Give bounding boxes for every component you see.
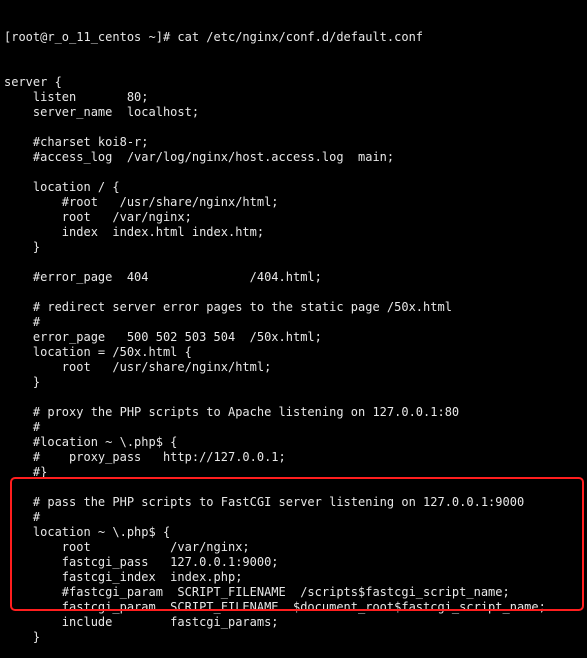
config-line: # proxy the PHP scripts to Apache listen… bbox=[4, 405, 583, 420]
terminal-output: [root@r_o_11_centos ~]# cat /etc/nginx/c… bbox=[0, 0, 587, 658]
shell-prompt-line: [root@r_o_11_centos ~]# cat /etc/nginx/c… bbox=[4, 30, 583, 45]
config-line: fastcgi_pass 127.0.0.1:9000; bbox=[4, 555, 583, 570]
config-line: } bbox=[4, 630, 583, 645]
config-line: index index.html index.htm; bbox=[4, 225, 583, 240]
config-line: root /var/nginx; bbox=[4, 210, 583, 225]
config-line: #root /usr/share/nginx/html; bbox=[4, 195, 583, 210]
config-line bbox=[4, 645, 583, 658]
config-line: # bbox=[4, 420, 583, 435]
config-line bbox=[4, 390, 583, 405]
config-line bbox=[4, 255, 583, 270]
config-line: #} bbox=[4, 465, 583, 480]
config-line: server { bbox=[4, 75, 583, 90]
config-line: # bbox=[4, 315, 583, 330]
config-line: } bbox=[4, 375, 583, 390]
config-line: #error_page 404 /404.html; bbox=[4, 270, 583, 285]
config-line: fastcgi_param SCRIPT_FILENAME $document_… bbox=[4, 600, 583, 615]
config-line bbox=[4, 165, 583, 180]
config-file-body: server { listen 80; server_name localhos… bbox=[4, 75, 583, 658]
config-line: # proxy_pass http://127.0.0.1; bbox=[4, 450, 583, 465]
config-line: fastcgi_index index.php; bbox=[4, 570, 583, 585]
config-line bbox=[4, 285, 583, 300]
config-line: root /usr/share/nginx/html; bbox=[4, 360, 583, 375]
config-line: error_page 500 502 503 504 /50x.html; bbox=[4, 330, 583, 345]
config-line: # bbox=[4, 510, 583, 525]
config-line: root /var/nginx; bbox=[4, 540, 583, 555]
config-line: #charset koi8-r; bbox=[4, 135, 583, 150]
config-line bbox=[4, 480, 583, 495]
config-line: #location ~ \.php$ { bbox=[4, 435, 583, 450]
config-line: listen 80; bbox=[4, 90, 583, 105]
config-line: #access_log /var/log/nginx/host.access.l… bbox=[4, 150, 583, 165]
config-line: #fastcgi_param SCRIPT_FILENAME /scripts$… bbox=[4, 585, 583, 600]
config-line: # redirect server error pages to the sta… bbox=[4, 300, 583, 315]
config-line: location = /50x.html { bbox=[4, 345, 583, 360]
config-line: # pass the PHP scripts to FastCGI server… bbox=[4, 495, 583, 510]
config-line: location / { bbox=[4, 180, 583, 195]
config-line: include fastcgi_params; bbox=[4, 615, 583, 630]
config-line: location ~ \.php$ { bbox=[4, 525, 583, 540]
config-line: } bbox=[4, 240, 583, 255]
config-line: server_name localhost; bbox=[4, 105, 583, 120]
config-line bbox=[4, 120, 583, 135]
